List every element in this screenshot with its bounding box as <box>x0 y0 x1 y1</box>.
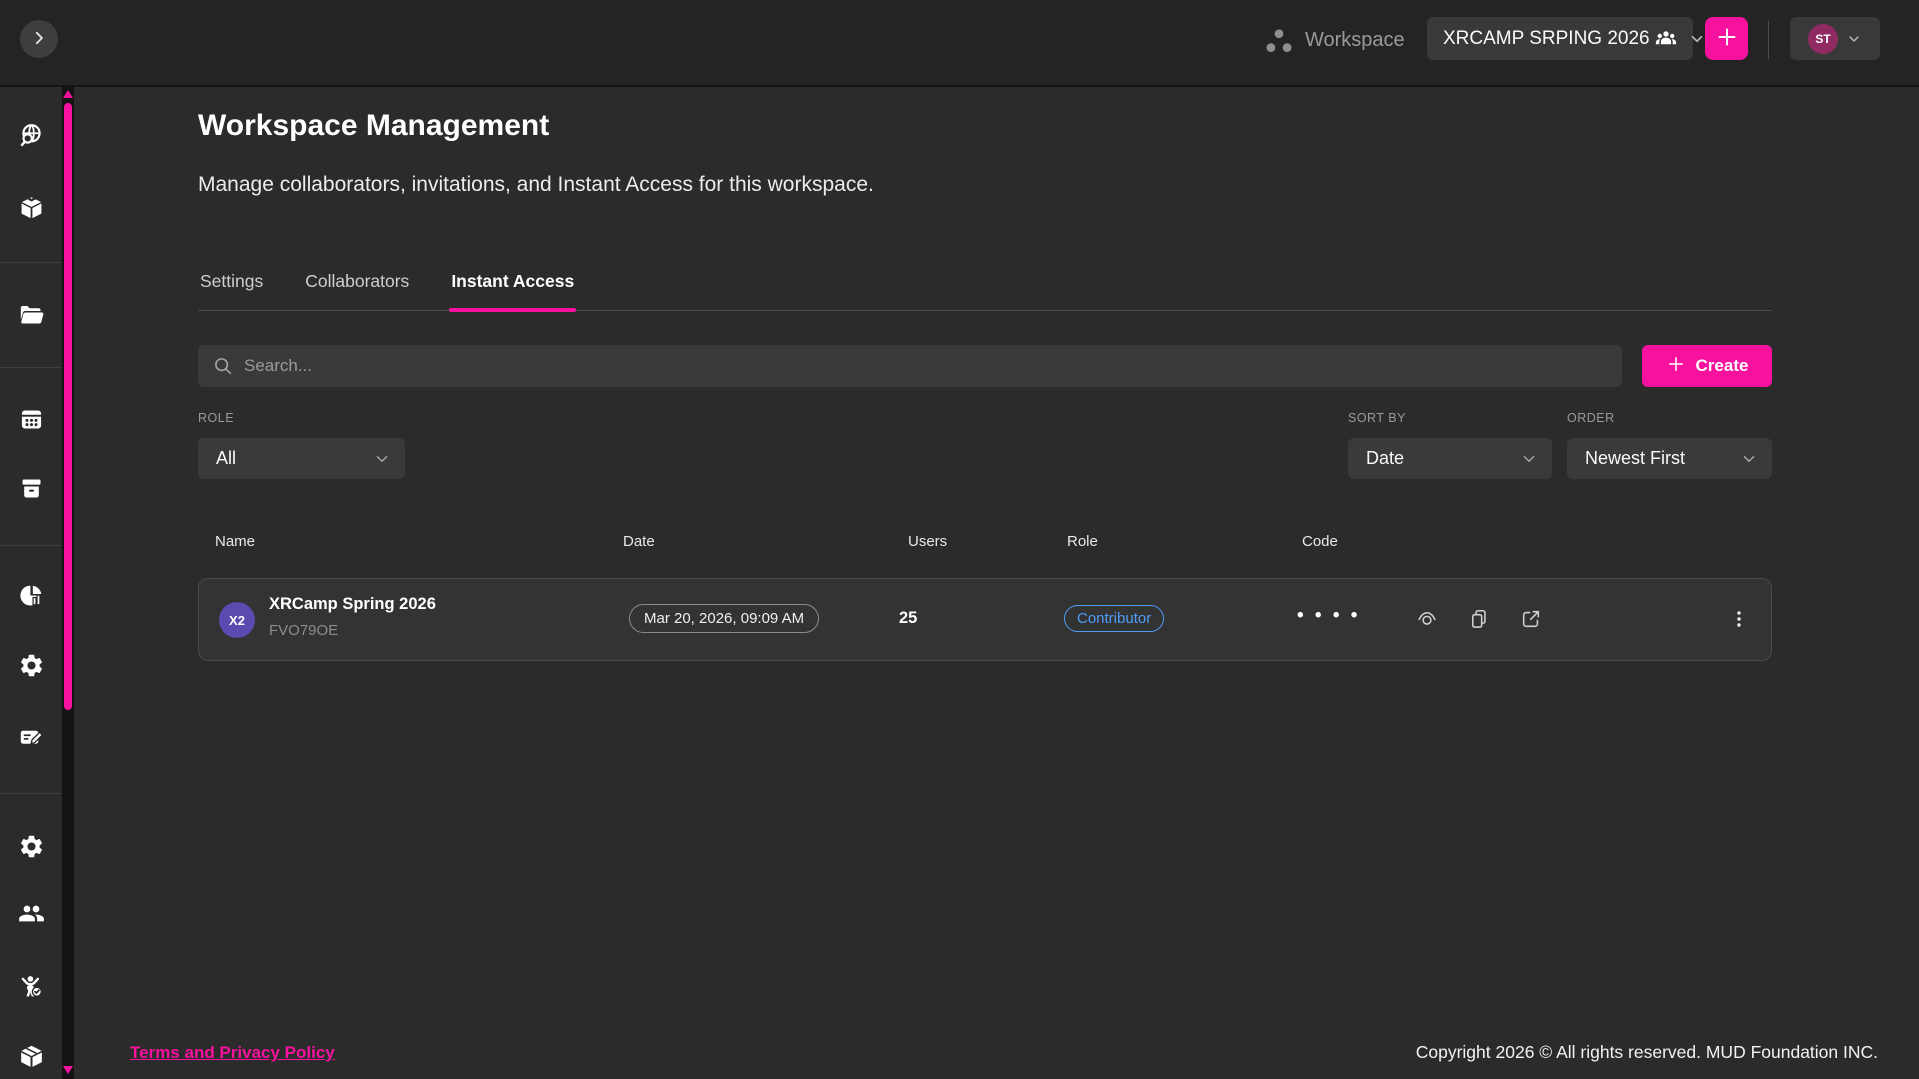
chevron-down-icon <box>373 450 391 468</box>
sort-by-label: SORT BY <box>1348 411 1406 425</box>
sidebar-divider <box>0 367 62 368</box>
grid-calendar-icon <box>18 406 45 436</box>
row-masked-code: • • • • <box>1297 605 1360 627</box>
plus-icon <box>1715 25 1739 52</box>
chevron-down-icon <box>1688 30 1706 48</box>
sidebar-item-instant-access[interactable] <box>11 968 51 1008</box>
column-header-code: Code <box>1302 533 1338 550</box>
package-icon <box>18 1043 45 1073</box>
chevron-down-icon <box>1520 450 1538 468</box>
workspace-label: Workspace <box>1305 29 1405 52</box>
asset-cube-icon <box>18 195 45 225</box>
create-button-label: Create <box>1696 356 1749 376</box>
scroll-up-arrow[interactable] <box>63 90 73 98</box>
plus-icon <box>1666 354 1686 379</box>
open-link-button[interactable] <box>1515 604 1547 636</box>
sidebar-item-discover[interactable] <box>11 117 51 157</box>
kebab-menu-icon <box>1728 608 1750 633</box>
row-access-code: FVO79OE <box>269 622 338 639</box>
row-users-count: 25 <box>899 609 917 628</box>
topbar: Workspace XRCAMP SRPING 2026 ST <box>0 0 1919 87</box>
column-header-users: Users <box>908 533 947 550</box>
tab-settings[interactable]: Settings <box>198 267 265 310</box>
tab-instant-access[interactable]: Instant Access <box>449 267 576 310</box>
column-header-role: Role <box>1067 533 1098 550</box>
sidebar-divider <box>0 545 62 546</box>
page-subtitle: Manage collaborators, invitations, and I… <box>198 173 874 197</box>
search-globe-icon <box>18 122 45 152</box>
sort-by-value: Date <box>1366 448 1404 469</box>
copy-icon <box>1468 608 1490 633</box>
order-label: ORDER <box>1567 411 1615 425</box>
page-scrollbar <box>62 85 74 1079</box>
user-menu[interactable]: ST <box>1790 17 1880 60</box>
tab-bar: Settings Collaborators Instant Access <box>198 267 1772 311</box>
row-avatar: X2 <box>219 602 255 638</box>
page-title: Workspace Management <box>198 109 549 143</box>
create-button[interactable]: Create <box>1642 345 1772 387</box>
scroll-thumb[interactable] <box>64 103 72 710</box>
analytics-pie-icon <box>18 582 45 612</box>
scroll-down-arrow[interactable] <box>63 1066 73 1074</box>
workspace-dots-icon <box>1262 25 1296 59</box>
sidebar-item-settings[interactable] <box>11 647 51 687</box>
search-input[interactable] <box>198 345 1622 387</box>
card-edit-icon <box>18 724 45 754</box>
sidebar <box>0 0 62 1079</box>
workspace-selector[interactable]: XRCAMP SRPING 2026 <box>1427 17 1693 60</box>
row-name: XRCamp Spring 2026 <box>269 595 436 614</box>
main-content: Workspace Management Manage collaborator… <box>74 87 1919 1079</box>
chevron-right-icon <box>30 29 48 50</box>
sidebar-item-sessions[interactable] <box>11 401 51 441</box>
column-header-date: Date <box>623 533 655 550</box>
role-filter-label: ROLE <box>198 411 234 425</box>
order-value: Newest First <box>1585 448 1685 469</box>
sidebar-item-workspace-settings[interactable] <box>11 828 51 868</box>
role-filter-dropdown[interactable]: All <box>198 438 405 479</box>
sidebar-item-notes[interactable] <box>11 719 51 759</box>
row-role-badge: Contributor <box>1064 605 1164 632</box>
sidebar-item-packages[interactable] <box>11 1038 51 1078</box>
folder-open-icon <box>18 302 45 332</box>
order-dropdown[interactable]: Newest First <box>1567 438 1772 479</box>
add-workspace-button[interactable] <box>1705 17 1748 60</box>
terms-privacy-link[interactable]: Terms and Privacy Policy <box>130 1043 335 1063</box>
sidebar-item-projects[interactable] <box>11 297 51 337</box>
sidebar-divider <box>0 262 62 263</box>
column-header-name: Name <box>215 533 255 550</box>
users-icon <box>18 900 45 930</box>
sidebar-item-collaborators[interactable] <box>11 895 51 935</box>
gear-icon <box>18 652 45 682</box>
table-row[interactable]: X2 XRCamp Spring 2026 FVO79OE Mar 20, 20… <box>198 578 1772 661</box>
row-date-badge: Mar 20, 2026, 09:09 AM <box>629 604 819 633</box>
app-window: Workspace XRCAMP SRPING 2026 ST <box>0 0 1919 1079</box>
avatar: ST <box>1808 24 1838 54</box>
member-check-icon <box>18 973 45 1003</box>
copy-code-button[interactable] <box>1463 604 1495 636</box>
tab-collaborators[interactable]: Collaborators <box>303 267 411 310</box>
eye-icon <box>1416 608 1438 633</box>
reveal-code-button[interactable] <box>1411 604 1443 636</box>
sidebar-collapse-button[interactable] <box>20 20 58 58</box>
chevron-down-icon <box>1846 31 1862 47</box>
people-group-icon <box>1654 27 1678 51</box>
gear-icon <box>18 833 45 863</box>
archive-icon <box>18 475 45 505</box>
external-link-icon <box>1520 608 1542 633</box>
chevron-down-icon <box>1740 450 1758 468</box>
sort-by-dropdown[interactable]: Date <box>1348 438 1552 479</box>
sidebar-item-assets[interactable] <box>11 190 51 230</box>
role-filter-value: All <box>216 448 236 469</box>
copyright-text: Copyright 2026 © All rights reserved. MU… <box>1416 1042 1878 1063</box>
search-bar <box>198 345 1622 387</box>
topbar-divider <box>1768 21 1769 59</box>
sidebar-item-analytics[interactable] <box>11 577 51 617</box>
sidebar-item-archive[interactable] <box>11 470 51 510</box>
workspace-selector-value: XRCAMP SRPING 2026 <box>1443 28 1650 50</box>
sidebar-divider <box>0 793 62 794</box>
row-menu-button[interactable] <box>1723 604 1755 636</box>
